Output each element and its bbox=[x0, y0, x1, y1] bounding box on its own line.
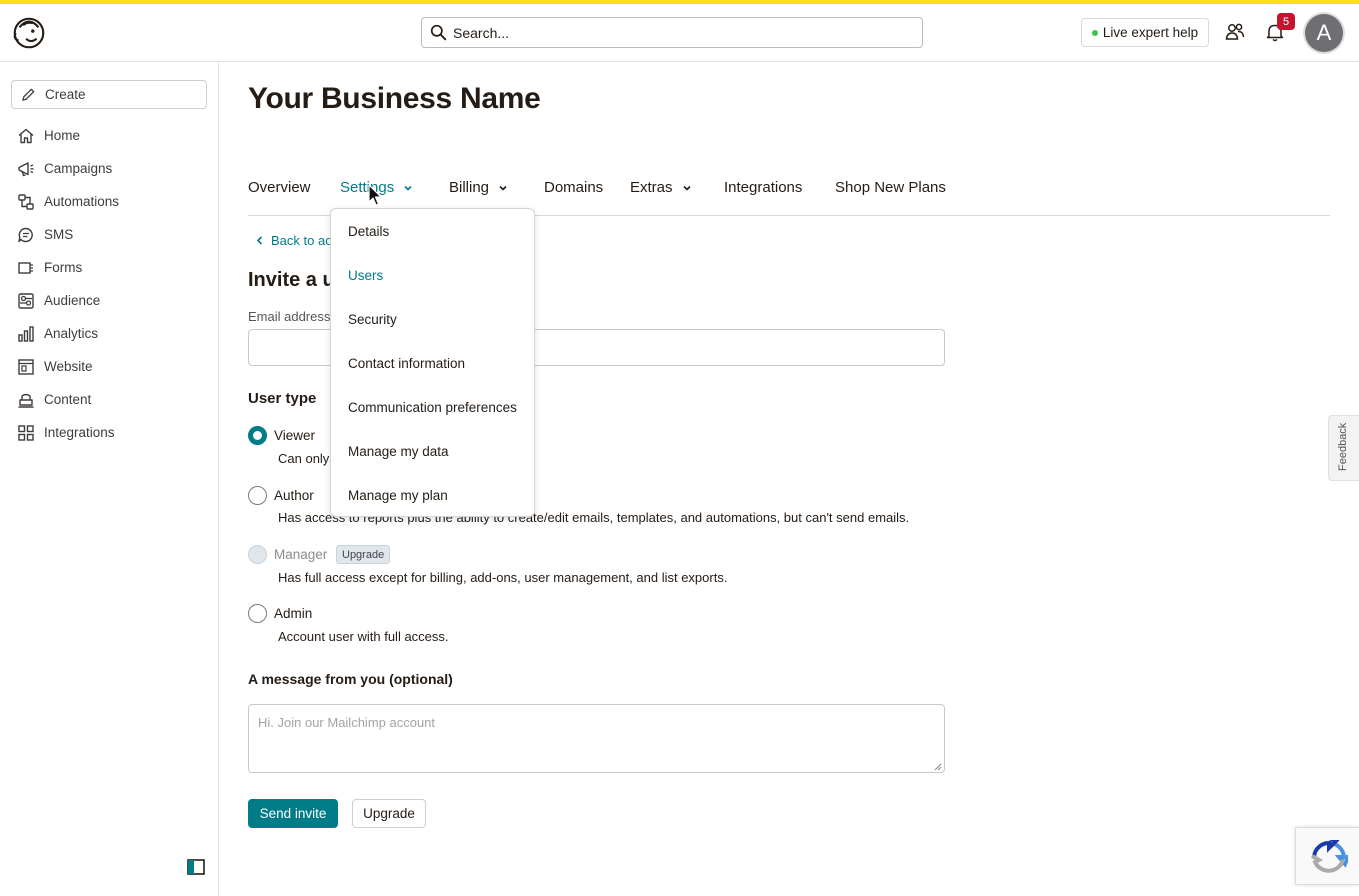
sidebar-item-label: Forms bbox=[44, 260, 83, 275]
sidebar-item-label: SMS bbox=[44, 227, 74, 242]
chevron-down-icon bbox=[404, 185, 412, 191]
notification-count-badge: 5 bbox=[1277, 13, 1295, 30]
menu-item-manage-my-data[interactable]: Manage my data bbox=[331, 429, 534, 473]
audience-icon bbox=[18, 292, 34, 309]
email-label: Email address bbox=[248, 309, 331, 324]
manager-radio bbox=[248, 545, 267, 564]
content-icon bbox=[18, 393, 34, 408]
search-input[interactable] bbox=[453, 24, 893, 41]
admin-description: Account user with full access. bbox=[278, 629, 449, 644]
sidebar-item-label: Campaigns bbox=[44, 161, 113, 176]
invite-section-title: Invite a u bbox=[248, 269, 335, 291]
message-textarea[interactable] bbox=[248, 704, 945, 773]
sidebar-nav: Create Home Campaigns Automations SMS Fo… bbox=[0, 62, 219, 896]
tab-billing[interactable]: Billing bbox=[449, 179, 508, 196]
sidebar-item-campaigns[interactable]: Campaigns bbox=[17, 152, 207, 185]
settings-dropdown-menu: Details Users Security Contact informati… bbox=[330, 208, 535, 517]
sidebar-item-label: Website bbox=[44, 359, 93, 374]
pencil-icon bbox=[22, 88, 35, 101]
tab-integrations[interactable]: Integrations bbox=[724, 179, 802, 196]
tab-overview[interactable]: Overview bbox=[248, 179, 311, 196]
tab-shop-new-plans[interactable]: Shop New Plans bbox=[835, 179, 946, 196]
chevron-down-icon bbox=[499, 185, 507, 191]
tab-label: Extras bbox=[630, 179, 673, 196]
back-link-label: Back to ac bbox=[271, 233, 332, 248]
tab-domains[interactable]: Domains bbox=[544, 179, 603, 196]
megaphone-icon bbox=[18, 161, 34, 176]
menu-item-manage-my-plan[interactable]: Manage my plan bbox=[331, 473, 534, 517]
back-link[interactable]: Back to ac bbox=[256, 233, 332, 248]
manager-label: Manager bbox=[274, 547, 328, 562]
sidebar-item-home[interactable]: Home bbox=[17, 119, 207, 152]
menu-item-details[interactable]: Details bbox=[331, 209, 534, 253]
sidebar-item-integrations[interactable]: Integrations bbox=[17, 416, 207, 449]
mouse-cursor-icon bbox=[368, 184, 382, 206]
sidebar-item-label: Home bbox=[44, 128, 81, 143]
tab-label: Overview bbox=[248, 179, 311, 196]
sidebar-item-label: Content bbox=[44, 392, 92, 407]
resize-handle-icon[interactable] bbox=[934, 763, 942, 771]
tab-label: Shop New Plans bbox=[835, 179, 946, 196]
sidebar-item-label: Audience bbox=[44, 293, 101, 308]
sidebar-item-website[interactable]: Website bbox=[17, 350, 207, 383]
sidebar-item-forms[interactable]: Forms bbox=[17, 251, 207, 284]
collapse-sidebar-icon[interactable] bbox=[187, 859, 205, 875]
tab-label: Domains bbox=[544, 179, 604, 196]
viewer-label: Viewer bbox=[274, 428, 316, 443]
manager-description: Has full access except for billing, add-… bbox=[278, 570, 728, 585]
feedback-tab[interactable]: Feedback bbox=[1328, 415, 1359, 481]
search-bar[interactable] bbox=[421, 17, 923, 48]
recaptcha-icon bbox=[1311, 840, 1348, 873]
create-label: Create bbox=[45, 87, 86, 102]
page-title: Your Business Name bbox=[248, 82, 541, 115]
menu-item-communication-preferences[interactable]: Communication preferences bbox=[331, 385, 534, 429]
mailchimp-logo-icon[interactable] bbox=[10, 14, 48, 52]
sidebar-item-label: Automations bbox=[44, 194, 120, 209]
sidebar-item-sms[interactable]: SMS bbox=[17, 218, 207, 251]
sms-icon bbox=[18, 227, 33, 242]
tab-label: Integrations bbox=[724, 179, 803, 196]
forms-icon bbox=[18, 261, 33, 274]
admin-label: Admin bbox=[274, 606, 313, 621]
chevron-down-icon bbox=[682, 185, 691, 191]
author-label: Author bbox=[274, 488, 314, 503]
sidebar-item-label: Integrations bbox=[44, 425, 115, 440]
website-icon bbox=[18, 358, 34, 375]
user-switch-icon[interactable] bbox=[1225, 22, 1245, 42]
user-type-label: User type bbox=[248, 390, 317, 407]
tab-label: Billing bbox=[449, 179, 490, 196]
chevron-left-icon bbox=[256, 236, 263, 245]
admin-radio[interactable] bbox=[248, 604, 267, 623]
upgrade-button[interactable]: Upgrade bbox=[352, 799, 426, 828]
live-expert-help-button[interactable]: Live expert help bbox=[1081, 18, 1209, 47]
home-icon bbox=[18, 128, 34, 143]
top-header: Live expert help 5 A bbox=[0, 4, 1359, 62]
sidebar-item-content[interactable]: Content bbox=[17, 383, 207, 416]
user-avatar[interactable]: A bbox=[1305, 14, 1343, 52]
tab-extras[interactable]: Extras bbox=[630, 179, 692, 196]
analytics-icon bbox=[18, 325, 34, 342]
menu-item-contact-information[interactable]: Contact information bbox=[331, 341, 534, 385]
recaptcha-badge[interactable] bbox=[1295, 827, 1359, 885]
feedback-label: Feedback bbox=[1337, 422, 1349, 471]
search-icon bbox=[430, 24, 447, 41]
viewer-description: Can only bbox=[278, 451, 330, 466]
author-radio[interactable] bbox=[248, 486, 267, 505]
create-button[interactable]: Create bbox=[11, 80, 207, 109]
message-label: A message from you (optional) bbox=[248, 671, 453, 687]
live-help-label: Live expert help bbox=[1102, 25, 1199, 40]
menu-item-security[interactable]: Security bbox=[331, 297, 534, 341]
upgrade-badge: Upgrade bbox=[336, 545, 391, 564]
menu-item-users[interactable]: Users bbox=[331, 253, 534, 297]
online-status-dot bbox=[1091, 29, 1098, 36]
sidebar-item-label: Analytics bbox=[44, 326, 99, 341]
sidebar-item-automations[interactable]: Automations bbox=[17, 185, 207, 218]
viewer-radio[interactable] bbox=[248, 426, 267, 445]
automation-icon bbox=[18, 193, 34, 210]
integrations-icon bbox=[18, 424, 34, 441]
send-invite-button[interactable]: Send invite bbox=[248, 799, 338, 828]
sidebar-item-analytics[interactable]: Analytics bbox=[17, 317, 207, 350]
sidebar-item-audience[interactable]: Audience bbox=[17, 284, 207, 317]
